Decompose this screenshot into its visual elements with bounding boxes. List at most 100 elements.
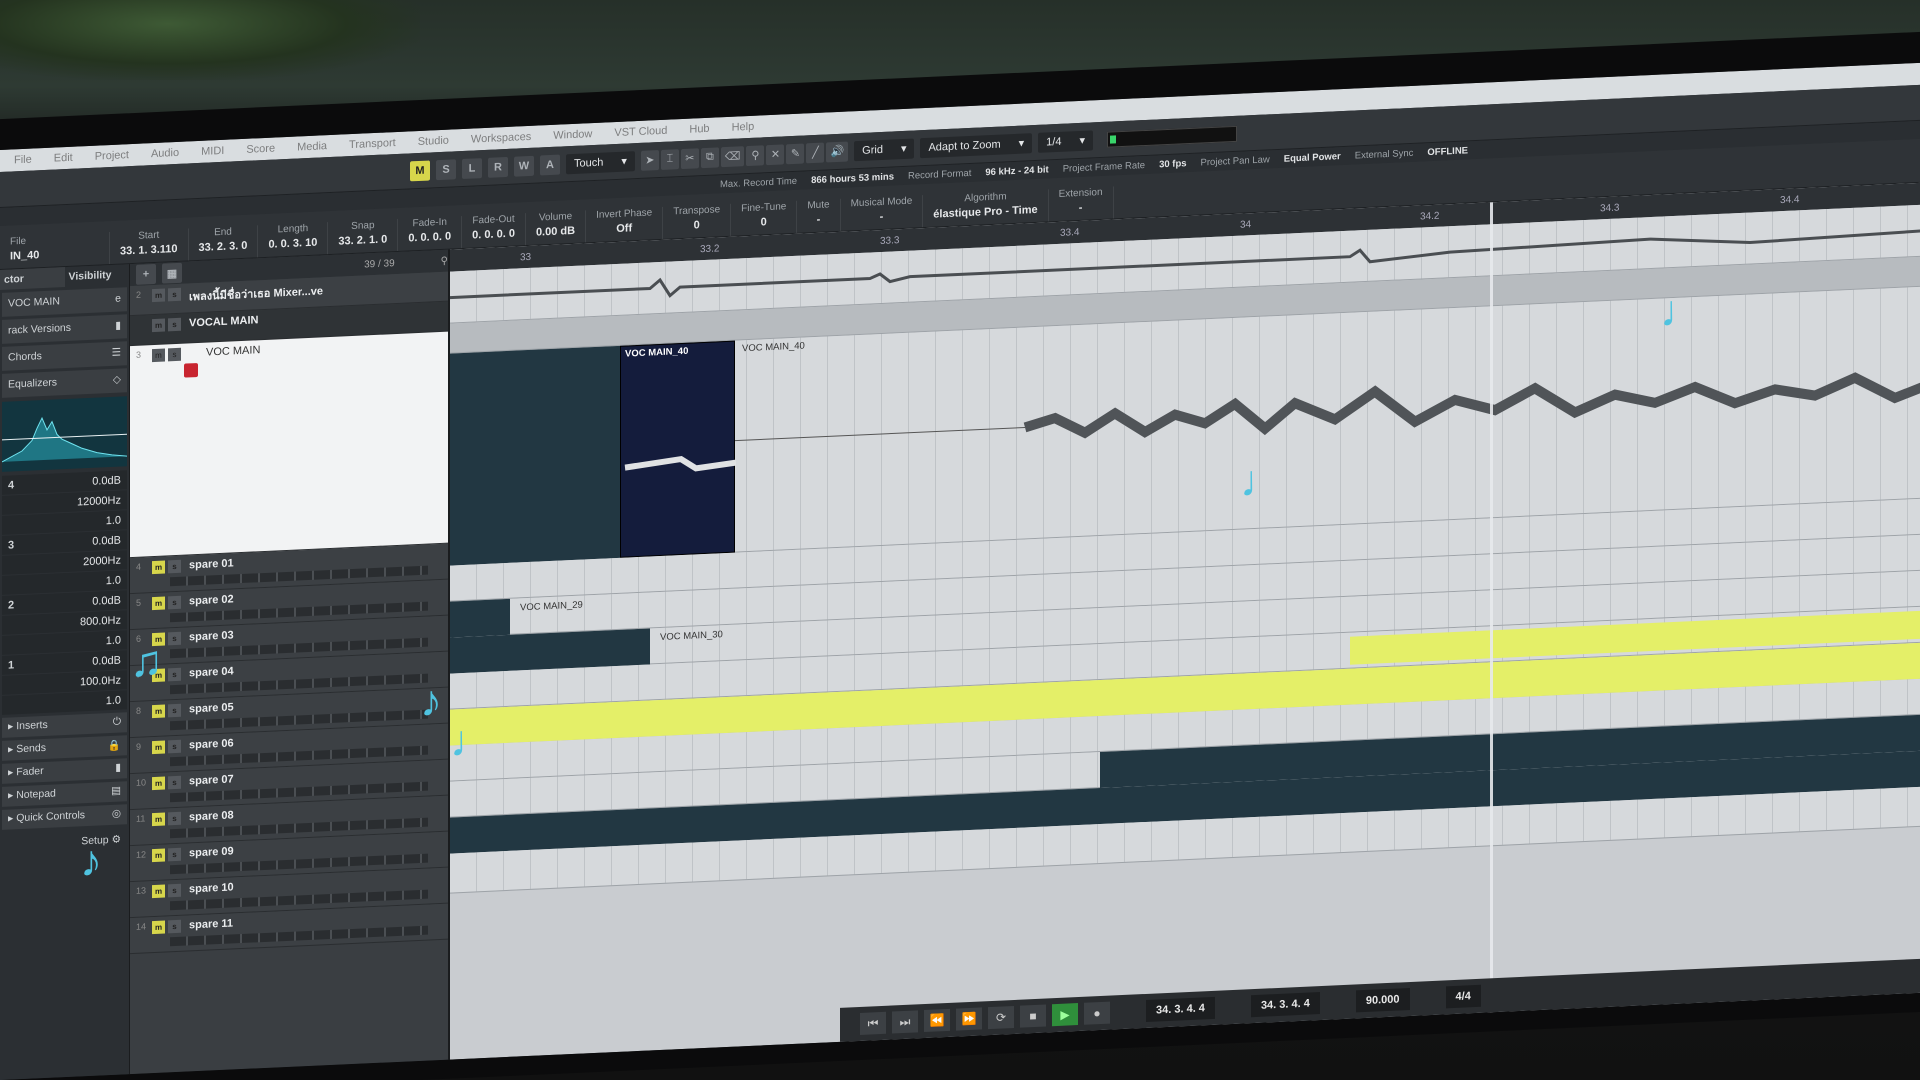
solo-button[interactable]: s	[168, 317, 181, 332]
length-value[interactable]: 0. 0. 3. 10	[268, 237, 317, 251]
menu-score[interactable]: Score	[246, 143, 275, 156]
menu-edit[interactable]: Edit	[54, 152, 73, 165]
solo-button[interactable]: s	[168, 595, 181, 610]
split-tool-icon[interactable]: ✂	[680, 147, 699, 169]
menu-transport[interactable]: Transport	[349, 137, 396, 151]
listen-button[interactable]: L	[462, 157, 482, 179]
menu-media[interactable]: Media	[297, 140, 327, 153]
track-name[interactable]: spare 11	[189, 917, 233, 931]
musical-value[interactable]: -	[880, 211, 884, 223]
fadeout-value[interactable]: 0. 0. 0. 0	[472, 228, 515, 242]
track-name[interactable]: เพลงนี้มีชื่อว่าเธอ Mixer...ve	[189, 281, 323, 305]
track-name[interactable]: spare 08	[189, 809, 234, 823]
menu-midi[interactable]: MIDI	[201, 145, 224, 158]
menu-project[interactable]: Project	[95, 149, 129, 163]
inspector-inserts[interactable]: ▸ Inserts ⏻	[2, 712, 127, 738]
solo-button[interactable]: s	[168, 811, 181, 826]
mute-button[interactable]: m	[152, 740, 165, 755]
track-name[interactable]: VOC MAIN	[206, 344, 260, 358]
track-name[interactable]: spare 04	[189, 665, 234, 679]
solo-button[interactable]: s	[168, 287, 181, 302]
solo-button[interactable]: s	[168, 775, 181, 790]
stop-icon[interactable]: ■	[1020, 1004, 1046, 1028]
inspector-notepad[interactable]: ▸ Notepad ▤	[2, 781, 127, 807]
record-enable-button[interactable]	[184, 363, 198, 378]
mute-button[interactable]: m	[152, 704, 165, 719]
rewind-icon[interactable]: ⏪	[924, 1008, 950, 1033]
left-locator[interactable]: 34. 3. 4. 4	[1146, 996, 1215, 1022]
menu-workspaces[interactable]: Workspaces	[471, 131, 531, 146]
external-sync-value[interactable]: OFFLINE	[1427, 145, 1468, 158]
inspector-sends[interactable]: ▸ Sends 🔒	[2, 735, 127, 761]
snap-value[interactable]: 33. 2. 1. 0	[338, 233, 387, 247]
quantize-select[interactable]: 1/4 ▾	[1038, 129, 1093, 153]
menu-help[interactable]: Help	[732, 121, 755, 134]
menu-file[interactable]: File	[14, 154, 32, 167]
zoom-tool-icon[interactable]: ⚲	[746, 144, 765, 166]
mute-button[interactable]: m	[152, 318, 165, 333]
mute-value[interactable]: -	[817, 214, 821, 226]
signature-display[interactable]: 4/4	[1445, 984, 1481, 1009]
inspector-chords[interactable]: Chords ☰	[2, 341, 127, 371]
glue-tool-icon[interactable]: ⧉	[700, 146, 719, 168]
menu-vst-cloud[interactable]: VST Cloud	[614, 125, 667, 139]
volume-field[interactable]: 0.00 dB	[536, 225, 575, 239]
inspector-quick-controls[interactable]: ▸ Quick Controls ◎	[2, 804, 127, 830]
frame-rate-value[interactable]: 30 fps	[1159, 158, 1186, 170]
track-name[interactable]: spare 09	[189, 845, 234, 859]
erase-tool-icon[interactable]: ⌫	[720, 145, 745, 167]
mute-button[interactable]: m	[152, 920, 165, 935]
line-tool-icon[interactable]: ╱	[806, 142, 825, 163]
extension-value[interactable]: -	[1079, 202, 1083, 214]
event-name[interactable]: VOC MAIN_29	[520, 600, 583, 614]
add-track-icon[interactable]: +	[136, 263, 156, 285]
solo-button[interactable]: s	[168, 703, 181, 718]
range-tool-icon[interactable]: ⌶	[660, 148, 679, 170]
solo-button[interactable]: s	[168, 347, 181, 362]
file-value[interactable]: IN_40	[10, 249, 39, 262]
project-cursor[interactable]	[1490, 202, 1493, 1013]
forward-icon[interactable]: ⏩	[956, 1007, 982, 1031]
solo-button[interactable]: s	[168, 631, 181, 646]
read-automation-button[interactable]: R	[488, 156, 508, 178]
knob-icon[interactable]: ◎	[112, 808, 121, 822]
mute-button[interactable]: m	[152, 848, 165, 863]
selected-audio-event[interactable]: VOC MAIN_40	[620, 340, 737, 558]
menu-hub[interactable]: Hub	[689, 123, 709, 136]
edit-icon[interactable]: e	[115, 293, 121, 307]
transpose-value[interactable]: 0	[694, 219, 700, 231]
write-automation-button[interactable]: W	[514, 155, 534, 177]
solo-button[interactable]: S	[436, 158, 456, 180]
solo-button[interactable]: s	[168, 667, 181, 682]
inspector-setup[interactable]: Setup ⚙	[0, 827, 129, 857]
right-locator[interactable]: 34. 3. 4. 4	[1250, 992, 1320, 1018]
track-name[interactable]: spare 05	[189, 701, 234, 715]
draw-tool-icon[interactable]: ✎	[786, 142, 805, 164]
tempo-display[interactable]: 90.000	[1355, 987, 1410, 1013]
go-to-start-icon[interactable]: ⏮	[860, 1011, 886, 1035]
event-name[interactable]: VOC MAIN_30	[660, 629, 723, 643]
play-icon[interactable]: ▶	[1052, 1003, 1078, 1027]
track-row-selected[interactable]: 3 ms VOC MAIN	[130, 331, 448, 559]
invert-value[interactable]: Off	[616, 222, 632, 235]
mute-all-button[interactable]: M	[410, 159, 430, 181]
go-to-end-icon[interactable]: ⏭	[892, 1010, 918, 1034]
mute-button[interactable]: m	[152, 596, 165, 611]
track-name[interactable]: spare 10	[189, 881, 234, 895]
track-name[interactable]: spare 01	[189, 557, 234, 571]
menu-studio[interactable]: Studio	[418, 135, 449, 148]
solo-button[interactable]: s	[168, 883, 181, 898]
snap-type-select[interactable]: Grid ▾	[854, 137, 915, 161]
play-tool-icon[interactable]: 🔊	[826, 140, 849, 162]
record-icon[interactable]: ●	[1084, 1001, 1110, 1025]
inspector-track-versions[interactable]: rack Versions ▮	[2, 314, 127, 344]
eq-bypass-icon[interactable]: ◇	[113, 374, 121, 388]
mute-tool-icon[interactable]: ✕	[766, 143, 785, 165]
eq-curve-display[interactable]	[2, 396, 127, 472]
tab-inspector[interactable]: ctor	[0, 267, 65, 290]
mute-button[interactable]: m	[152, 812, 165, 827]
lock-icon[interactable]: 🔒	[108, 739, 121, 754]
gear-icon[interactable]: ⚙	[112, 834, 121, 846]
end-value[interactable]: 33. 2. 3. 0	[199, 240, 248, 254]
mute-button[interactable]: m	[152, 288, 165, 303]
